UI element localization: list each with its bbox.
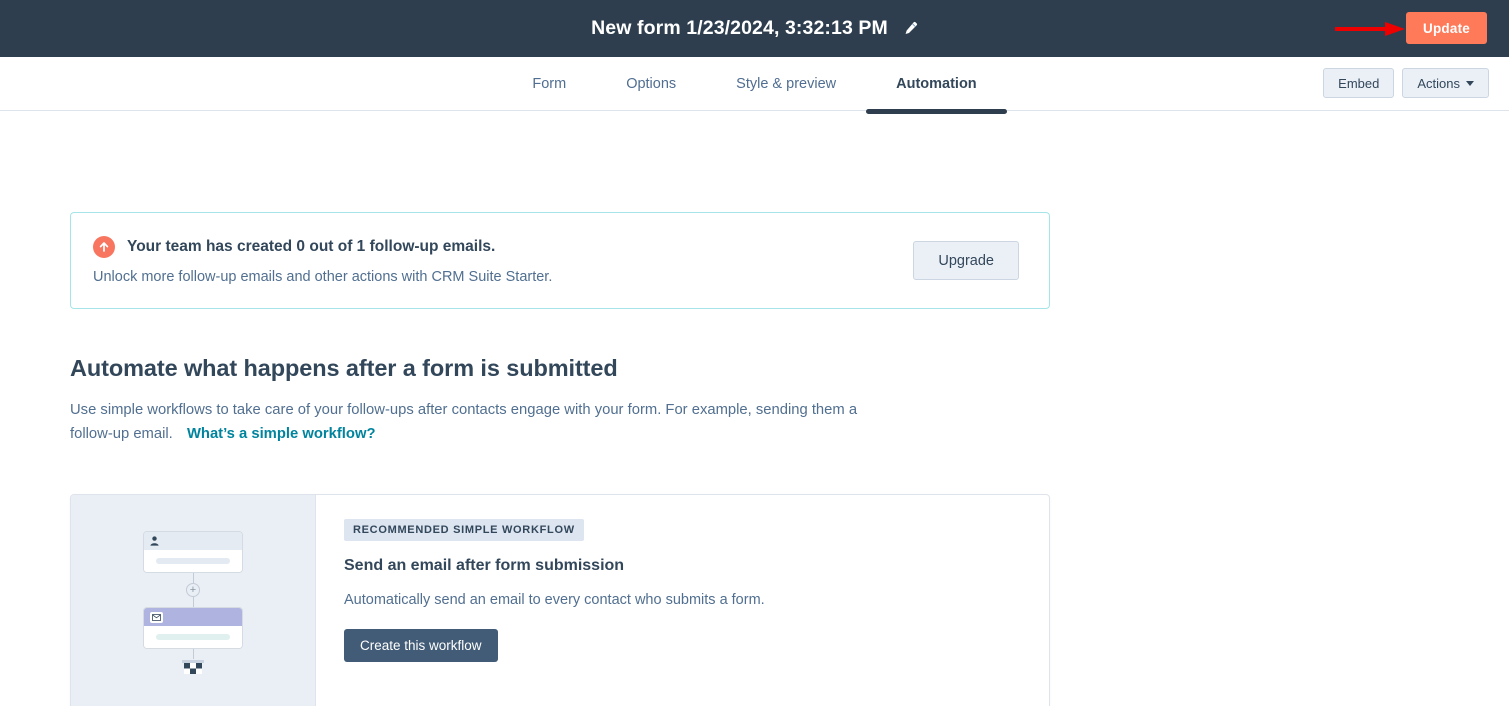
workflow-illustration: + xyxy=(71,495,316,706)
page-title: New form 1/23/2024, 3:32:13 PM xyxy=(591,17,888,39)
tab-options[interactable]: Options xyxy=(596,57,706,111)
embed-label: Embed xyxy=(1338,75,1380,91)
workflow-action-header xyxy=(144,608,242,626)
tab-automation[interactable]: Automation xyxy=(866,57,1007,114)
annotation-arrow-icon xyxy=(1335,22,1405,36)
recommended-workflow-description: Automatically send an email to every con… xyxy=(344,592,765,608)
section-heading: Automate what happens after a form is su… xyxy=(70,355,618,381)
section-description: Use simple workflows to take care of you… xyxy=(70,398,880,446)
workflow-placeholder-bar-mint xyxy=(156,634,230,640)
email-envelope-icon xyxy=(150,611,163,623)
add-step-icon[interactable]: + xyxy=(186,583,200,597)
nav-bar: Form Options Style & preview Automation … xyxy=(0,57,1509,114)
recommended-workflow-card: + RECOMMENDED SIMPLE WORKFLOW Send an em… xyxy=(70,494,1050,706)
upgrade-banner: Your team has created 0 out of 1 follow-… xyxy=(70,212,1050,309)
workflow-connector-mid xyxy=(192,597,194,607)
workflow-diagram: + xyxy=(131,531,255,677)
tab-form[interactable]: Form xyxy=(502,57,596,111)
workflow-trigger-body xyxy=(144,550,242,572)
embed-button[interactable]: Embed xyxy=(1323,68,1395,98)
tab-list: Form Options Style & preview Automation xyxy=(0,57,1509,114)
workflow-trigger-node xyxy=(143,531,243,573)
nav-actions: Embed Actions xyxy=(1323,68,1489,98)
actions-dropdown-button[interactable]: Actions xyxy=(1402,68,1489,98)
workflow-placeholder-bar xyxy=(156,558,230,564)
workflow-action-body xyxy=(144,626,242,648)
upgrade-button[interactable]: Upgrade xyxy=(913,241,1019,280)
pencil-icon[interactable] xyxy=(902,21,918,37)
upgrade-banner-subtitle: Unlock more follow-up emails and other a… xyxy=(93,269,553,285)
upgrade-banner-text: Your team has created 0 out of 1 follow-… xyxy=(93,236,913,285)
tab-style-preview[interactable]: Style & preview xyxy=(706,57,866,111)
upgrade-banner-heading: Your team has created 0 out of 1 follow-… xyxy=(93,236,913,258)
recommended-workflow-title: Send an email after form submission xyxy=(344,557,625,574)
upgrade-arrow-icon xyxy=(93,236,115,258)
workflow-connector-top xyxy=(192,573,194,583)
simple-workflow-link[interactable]: What’s a simple workflow? xyxy=(187,426,376,442)
form-title-group: New form 1/23/2024, 3:32:13 PM xyxy=(591,17,918,40)
upgrade-banner-title: Your team has created 0 out of 1 follow-… xyxy=(127,238,496,255)
workflow-trigger-header xyxy=(144,532,242,550)
create-workflow-button[interactable]: Create this workflow xyxy=(344,629,498,662)
chevron-down-icon xyxy=(1466,80,1474,86)
page-content: Your team has created 0 out of 1 follow-… xyxy=(0,212,1509,706)
workflow-connector-bottom xyxy=(192,649,194,659)
recommended-workflow-body: RECOMMENDED SIMPLE WORKFLOW Send an emai… xyxy=(316,495,1049,706)
contact-person-icon xyxy=(150,536,159,546)
top-bar: New form 1/23/2024, 3:32:13 PM Update xyxy=(0,0,1509,57)
actions-label: Actions xyxy=(1417,75,1460,91)
update-button[interactable]: Update xyxy=(1406,12,1487,44)
workflow-action-node xyxy=(143,607,243,649)
checkered-flag-icon xyxy=(182,660,204,674)
status-badge: RECOMMENDED SIMPLE WORKFLOW xyxy=(344,519,584,541)
